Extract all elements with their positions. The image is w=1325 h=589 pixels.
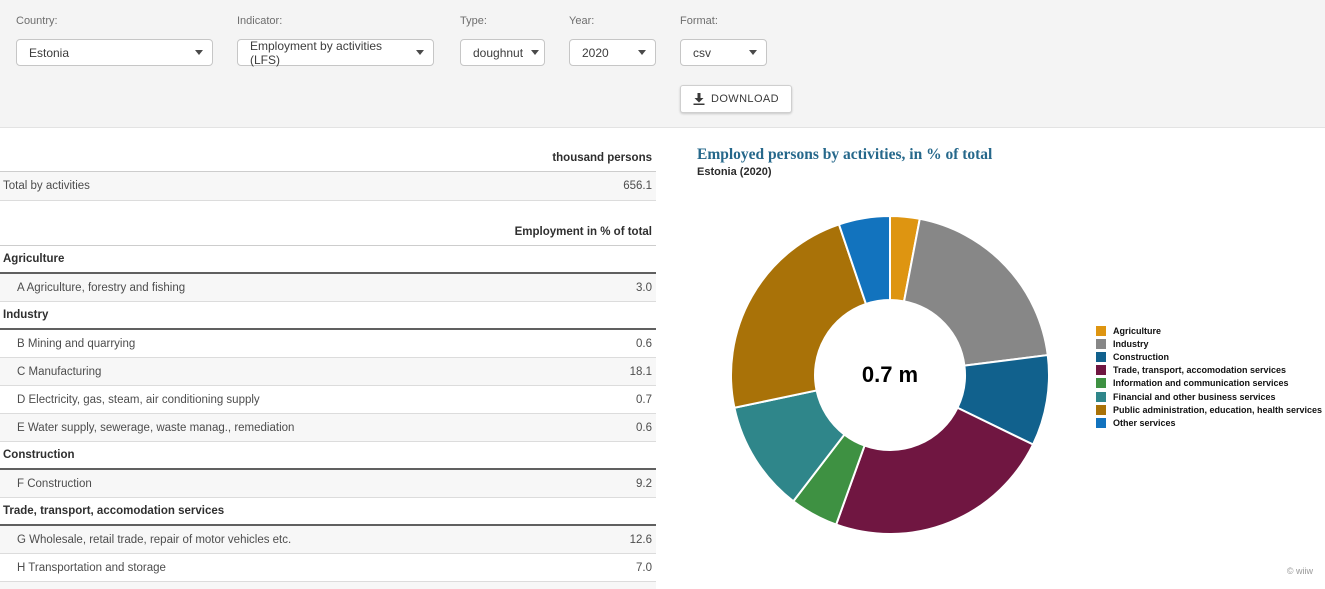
download-button[interactable]: DOWNLOAD xyxy=(680,85,792,113)
row-label: D Electricity, gas, steam, air condition… xyxy=(0,394,260,406)
legend-swatch-icon xyxy=(1096,378,1106,388)
section-label: Construction xyxy=(0,449,75,461)
chevron-down-icon xyxy=(531,50,539,55)
table-row: H Transportation and storage 7.0 xyxy=(0,554,656,582)
chart-title: Employed persons by activities, in % of … xyxy=(697,146,992,164)
row-label: A Agriculture, forestry and fishing xyxy=(0,282,185,294)
type-label: Type: xyxy=(460,15,487,27)
type-select[interactable]: doughnut xyxy=(460,39,545,66)
filter-bar: Country: Indicator: Type: Year: Format: … xyxy=(0,0,1325,128)
legend-label: Financial and other business services xyxy=(1113,392,1276,402)
format-label: Format: xyxy=(680,15,718,27)
row-label: E Water supply, sewerage, waste manag., … xyxy=(0,422,294,434)
data-table: thousand persons Total by activities 656… xyxy=(0,128,656,589)
type-select-value: doughnut xyxy=(473,46,523,60)
country-select[interactable]: Estonia xyxy=(16,39,213,66)
chart-legend: Agriculture Industry Construction Trade, tr… xyxy=(1096,324,1322,430)
legend-swatch-icon xyxy=(1096,326,1106,336)
legend-label: Other services xyxy=(1113,418,1176,428)
legend-item[interactable]: Information and communication services xyxy=(1096,377,1322,390)
table-row: F Construction 9.2 xyxy=(0,470,656,498)
table-row: A Agriculture, forestry and fishing 3.0 xyxy=(0,274,656,302)
table-row-partial xyxy=(0,582,656,589)
legend-swatch-icon xyxy=(1096,392,1106,402)
chart-panel: Employed persons by activities, in % of … xyxy=(656,128,1325,589)
table-rows: Agriculture A Agriculture, forestry and f… xyxy=(0,246,656,582)
row-value: 9.2 xyxy=(636,478,656,490)
legend-swatch-icon xyxy=(1096,418,1106,428)
legend-swatch-icon xyxy=(1096,352,1106,362)
row-value: 7.0 xyxy=(636,562,656,574)
indicator-select-value: Employment by activities (LFS) xyxy=(250,39,408,67)
legend-item[interactable]: Industry xyxy=(1096,337,1322,350)
chart-subtitle: Estonia (2020) xyxy=(697,166,772,178)
donut-slice-1[interactable] xyxy=(904,219,1048,366)
chevron-down-icon xyxy=(749,50,757,55)
section-label: Agriculture xyxy=(0,253,64,265)
row-label: G Wholesale, retail trade, repair of mot… xyxy=(0,534,291,546)
table-section-header: Construction xyxy=(0,442,656,470)
table-section-header: Trade, transport, accomodation services xyxy=(0,498,656,526)
indicator-select[interactable]: Employment by activities (LFS) xyxy=(237,39,434,66)
legend-label: Information and communication services xyxy=(1113,378,1289,388)
row-value: 18.1 xyxy=(630,366,656,378)
table-row-total: Total by activities 656.1 xyxy=(0,172,656,201)
download-icon xyxy=(693,93,705,105)
donut-slice-6[interactable] xyxy=(731,224,866,407)
chart-credit: © wiiw xyxy=(1287,566,1313,576)
chevron-down-icon xyxy=(416,50,424,55)
legend-item[interactable]: Financial and other business services xyxy=(1096,390,1322,403)
table-section-header: Industry xyxy=(0,302,656,330)
legend-swatch-icon xyxy=(1096,365,1106,375)
legend-item[interactable]: Construction xyxy=(1096,350,1322,363)
section-label: Trade, transport, accomodation services xyxy=(0,505,224,517)
legend-label: Construction xyxy=(1113,352,1169,362)
legend-swatch-icon xyxy=(1096,339,1106,349)
legend-item[interactable]: Public administration, education, health… xyxy=(1096,403,1322,416)
table-section-header: Agriculture xyxy=(0,246,656,274)
legend-label: Trade, transport, accomodation services xyxy=(1113,365,1286,375)
app-canvas: Country: Indicator: Type: Year: Format: … xyxy=(0,0,1325,589)
row-value: 3.0 xyxy=(636,282,656,294)
download-button-label: DOWNLOAD xyxy=(711,93,779,105)
total-label: Total by activities xyxy=(0,180,90,192)
table-row: B Mining and quarrying 0.6 xyxy=(0,330,656,358)
row-label: F Construction xyxy=(0,478,92,490)
format-select[interactable]: csv xyxy=(680,39,767,66)
legend-swatch-icon xyxy=(1096,405,1106,415)
chevron-down-icon xyxy=(638,50,646,55)
table-row: E Water supply, sewerage, waste manag., … xyxy=(0,414,656,442)
year-select-value: 2020 xyxy=(582,46,609,60)
row-label: C Manufacturing xyxy=(0,366,101,378)
unit-header-percent-of-total: Employment in % of total xyxy=(0,217,656,246)
legend-item[interactable]: Agriculture xyxy=(1096,324,1322,337)
country-label: Country: xyxy=(16,15,58,27)
row-value: 0.6 xyxy=(636,422,656,434)
table-spacer xyxy=(0,201,656,217)
table-row: D Electricity, gas, steam, air condition… xyxy=(0,386,656,414)
year-label: Year: xyxy=(569,15,594,27)
section-label: Industry xyxy=(0,309,48,321)
row-label: B Mining and quarrying xyxy=(0,338,135,350)
chevron-down-icon xyxy=(195,50,203,55)
unit-header-thousand-persons: thousand persons xyxy=(0,128,656,172)
table-row: C Manufacturing 18.1 xyxy=(0,358,656,386)
legend-label: Agriculture xyxy=(1113,326,1161,336)
legend-label: Industry xyxy=(1113,339,1149,349)
year-select[interactable]: 2020 xyxy=(569,39,656,66)
legend-item[interactable]: Other services xyxy=(1096,416,1322,429)
legend-item[interactable]: Trade, transport, accomodation services xyxy=(1096,364,1322,377)
row-value: 0.7 xyxy=(636,394,656,406)
row-label: H Transportation and storage xyxy=(0,562,166,574)
row-value: 0.6 xyxy=(636,338,656,350)
doughnut-chart xyxy=(730,215,1050,535)
total-value: 656.1 xyxy=(623,180,656,192)
row-value: 12.6 xyxy=(630,534,656,546)
indicator-label: Indicator: xyxy=(237,15,282,27)
table-row: G Wholesale, retail trade, repair of mot… xyxy=(0,526,656,554)
country-select-value: Estonia xyxy=(29,46,69,60)
legend-label: Public administration, education, health… xyxy=(1113,405,1322,415)
format-select-value: csv xyxy=(693,46,711,60)
